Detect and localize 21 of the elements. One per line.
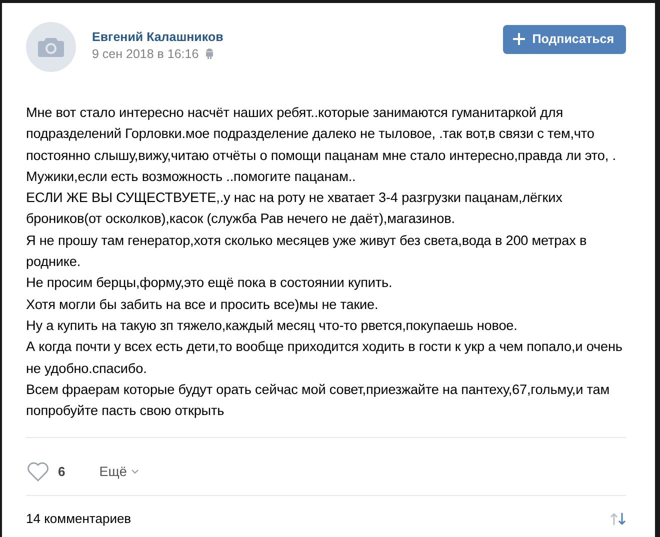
plus-icon <box>513 33 526 45</box>
like-count: 6 <box>58 464 66 479</box>
post-paragraph: Я не прошу там генератор,хотя сколько месяцев уже живут без света,вода в 200 метрах в роднике. <box>26 232 588 272</box>
post-paragraph: Всем фраерам которые будут орать сейчас мой совет,приезжайте на пантеху,67,гольму,и там попробуйте пасть свою открыть <box>26 380 610 420</box>
post-paragraph: Ну а купить на такую зп тяжело,каждый месяц что-то рвется,покупаешь новое. <box>26 316 518 335</box>
post-paragraph: А когда почти у всех есть дети,то вообще приходится ходить в гости к укр а чем попало,и очень не удобно.спасибо. <box>26 338 624 378</box>
post-paragraph: ЕСЛИ ЖЕ ВЫ СУЩЕСТВУЕТЕ,.у нас на роту не хватает 3-4 разгрузки пацанам,лёгких броников(от осколков),касок (служба Рав нечего не даёт),магазинов. <box>26 189 564 228</box>
chevron-down-icon <box>130 468 139 474</box>
post-date[interactable]: 9 сен 2018 в 16:16 <box>92 46 199 60</box>
post-paragraph: Не просим берцы,форму,это ещё пока в состоянии купить. <box>26 274 394 292</box>
heart-icon[interactable] <box>26 460 50 482</box>
comment-count: 14 комментариев <box>26 511 132 526</box>
more-button[interactable]: Ещё <box>99 464 139 479</box>
subscribe-button[interactable]: Подписаться <box>503 24 626 54</box>
camera-icon <box>37 36 65 58</box>
android-icon <box>204 48 214 59</box>
post-paragraph: Мне вот стало интересно насчёт наших ребят..которые занимаются гуманитаркой для подразделений Горловки.мое подразделение далеко не тыловое, .так вот,в связи с тем,что постоянно слышу,вижу,читаю отчёты о помощи пацанам мне стало интересно,правда ли это, . Мужики,если есть возможность ..помогите пацанам.. <box>26 104 617 186</box>
author-name[interactable]: Евгений Калашников <box>92 30 504 44</box>
avatar[interactable] <box>26 22 76 72</box>
sort-icon[interactable] <box>610 512 626 526</box>
post-paragraph: Хотя могли бы забить на все и просить все)мы не такие. <box>26 296 380 314</box>
